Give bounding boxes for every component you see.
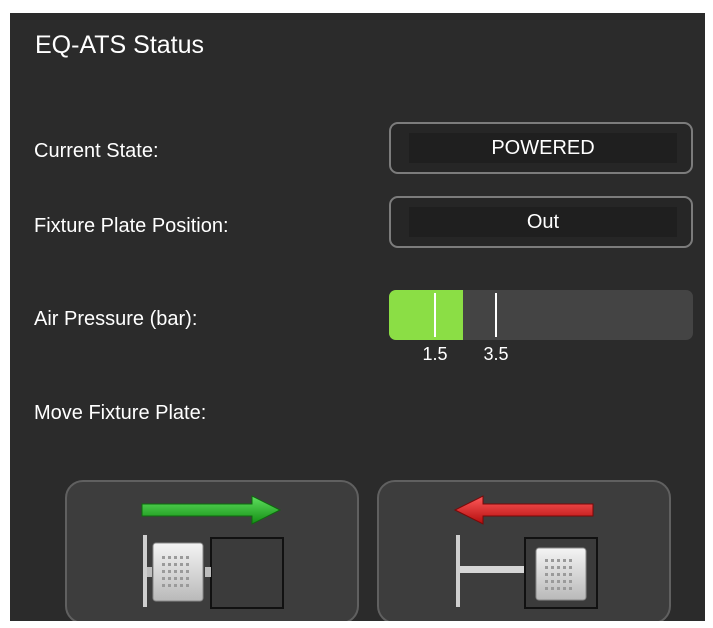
air-pressure-min-marker <box>434 293 436 337</box>
move-plate-out-button[interactable] <box>377 480 671 621</box>
air-pressure-label: Air Pressure (bar): <box>34 308 198 330</box>
air-pressure-gauge <box>389 290 693 340</box>
fixture-plate-position-field: Out <box>389 196 693 248</box>
panel-title: EQ-ATS Status <box>35 31 205 59</box>
fixture-plate-position-label: Fixture Plate Position: <box>34 215 229 237</box>
air-pressure-max-marker <box>495 293 497 337</box>
move-fixture-plate-label: Move Fixture Plate: <box>34 402 207 424</box>
right-arrow-plate-icon <box>141 495 284 609</box>
current-state-value: POWERED <box>409 133 677 163</box>
air-pressure-fill <box>389 290 464 340</box>
eq-ats-status-panel: EQ-ATS Status Current State: POWERED Fix… <box>10 13 705 621</box>
left-arrow-plate-icon <box>453 495 598 609</box>
air-pressure-max-label: 3.5 <box>483 344 509 364</box>
current-state-field: POWERED <box>389 122 693 174</box>
air-pressure-min-label: 1.5 <box>422 344 448 364</box>
move-plate-in-button[interactable] <box>65 480 359 621</box>
fixture-plate-position-value: Out <box>409 207 677 237</box>
current-state-label: Current State: <box>34 140 159 162</box>
